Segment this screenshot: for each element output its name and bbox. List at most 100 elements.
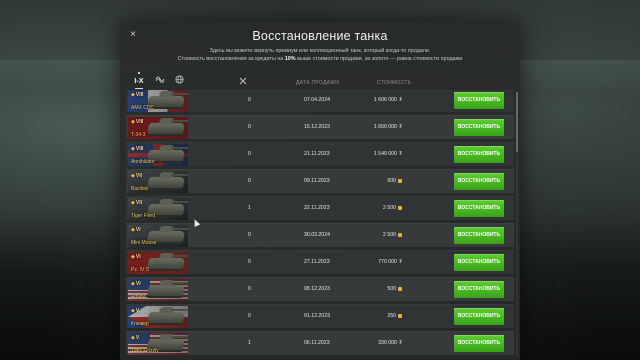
tank-card[interactable]: ◆V Клювер [128, 306, 188, 328]
tank-name: Basilisk [131, 186, 148, 192]
sale-date: 30.03.2024 [304, 232, 330, 238]
restore-button[interactable]: ВОССТАНОВИТЬ [454, 146, 504, 163]
restore-cost: 1 650 000 ₮ [374, 124, 402, 130]
tank-tier: ◆VIII [131, 119, 143, 125]
table-row: ◆VII Basilisk 0 09.11.2023 500 ВОССТАНОВИТЬ [126, 169, 514, 193]
table-row: ◆VI Mini Mouse 0 30.03.2024 2 500 ВОССТАНОВИТ… [126, 223, 514, 247]
credits-icon: ₮ [398, 97, 402, 103]
tank-icon [146, 285, 186, 296]
tank-name: Pz. IV S [131, 267, 150, 273]
tank-tier: ◆VII [131, 173, 142, 179]
tank-name: T-34-3 [131, 132, 146, 138]
scrollbar-thumb[interactable] [516, 92, 518, 152]
description-line-2: Стоимость восстановления за кредиты на 1… [177, 55, 463, 62]
cost-value: 250 [387, 313, 396, 319]
description-line-1: Здесь вы можете вернуть премиум или колл… [209, 48, 431, 54]
tank-card[interactable]: ◆VI Frosty [128, 279, 188, 301]
tank-icon [146, 312, 186, 323]
tank-card[interactable]: ◆VIII Annihilator [128, 144, 188, 166]
gold-icon [398, 232, 402, 237]
restore-button[interactable]: ВОССТАНОВИТЬ [454, 200, 504, 217]
table-row: ◆VIII T-34-3 0 15.12.2023 1 650 000 ₮ ВОССТАНО… [126, 115, 514, 139]
table-row: ◆VI Frosty 0 08.12.2023 500 ВОССТАНОВИТЬ [126, 277, 514, 301]
credits-icon: ₮ [398, 340, 402, 346]
restore-tank-modal: × Восстановление танка Здесь вы можете в… [120, 22, 520, 360]
tier-filter[interactable]: I-X [132, 72, 146, 89]
tank-name: 1981 Grizzly [131, 348, 159, 354]
column-header-date[interactable]: ДАТА ПРОДАЖИ [296, 80, 339, 86]
tank-name: Mini Mouse [131, 240, 157, 246]
tank-card[interactable]: ◆VII Tiger Fried [128, 198, 188, 220]
restore-button[interactable]: ВОССТАНОВИТЬ [454, 227, 504, 244]
tank-card[interactable]: ◆VIII T-34-3 [128, 117, 188, 139]
gold-icon [398, 286, 402, 291]
sale-date: 21.11.2023 [304, 151, 330, 157]
gold-icon [398, 178, 402, 183]
credits-icon: ₮ [398, 259, 402, 265]
tank-name: Frosty [131, 294, 145, 300]
sale-date: 06.11.2023 [304, 340, 330, 346]
modal-description: Здесь вы можете вернуть премиум или колл… [120, 48, 520, 63]
tank-card[interactable]: ◆VII Basilisk [128, 171, 188, 193]
tier-label: VII [135, 173, 142, 179]
tank-tier: ◆V [131, 308, 139, 314]
tank-card[interactable]: ◆VI Pz. IV S [128, 252, 188, 274]
tank-card[interactable]: ◆VIII AMX CDC [128, 90, 188, 112]
tier-label: VI [135, 281, 141, 287]
tank-card[interactable]: ◆VI Mini Mouse [128, 225, 188, 247]
sale-date: 22.11.2023 [304, 205, 330, 211]
battles-count: 0 [248, 151, 251, 157]
table-row: ◆VII Tiger Fried 1 22.11.2023 2 500 ВОССТАНОВ… [126, 196, 514, 220]
tank-tier: ◆VI [131, 281, 141, 287]
tier-label: VII [135, 200, 142, 206]
cost-value: 1 650 000 [373, 124, 397, 130]
table-row: ◆VIII AMX CDC 0 07.04.2024 1 606 000 ₮ ВОССТАН… [126, 90, 514, 112]
battles-count: 0 [248, 286, 251, 292]
table-row: ◆V 1981 Grizzly 1 06.11.2023 330 000 ₮ ВОССТАН… [126, 331, 514, 355]
tank-icon [146, 177, 186, 188]
premium-icon: ◆ [131, 146, 135, 152]
restore-button[interactable]: ВОССТАНОВИТЬ [454, 173, 504, 190]
cost-value: 1 540 000 [373, 151, 397, 157]
restore-button[interactable]: ВОССТАНОВИТЬ [454, 254, 504, 271]
cost-value: 770 000 [378, 259, 397, 265]
tank-name: AMX CDC [131, 105, 155, 111]
globe-icon[interactable] [173, 75, 185, 87]
tank-tier: ◆VII [131, 200, 142, 206]
tank-list: ◆VIII AMX CDC 0 07.04.2024 1 606 000 ₮ ВОССТАН… [120, 90, 520, 360]
restore-cost: 250 [387, 313, 402, 319]
tank-tier: ◆VI [131, 254, 141, 260]
tank-icon [146, 123, 186, 134]
battles-count: 1 [248, 205, 251, 211]
sale-date: 27.11.2023 [304, 259, 330, 265]
cost-value: 500 [387, 286, 396, 292]
premium-icon: ◆ [131, 254, 135, 260]
column-header-cost[interactable]: СТОИМОСТЬ [377, 80, 411, 86]
restore-button[interactable]: ВОССТАНОВИТЬ [454, 335, 504, 352]
credits-icon: ₮ [398, 124, 402, 130]
nation-filter-icon[interactable] [154, 75, 166, 87]
restore-button[interactable]: ВОССТАНОВИТЬ [454, 308, 504, 325]
gold-icon [398, 313, 402, 318]
sale-date: 15.12.2023 [304, 124, 330, 130]
premium-icon: ◆ [131, 281, 135, 287]
tank-card[interactable]: ◆V 1981 Grizzly [128, 333, 188, 355]
restore-button[interactable]: ВОССТАНОВИТЬ [454, 92, 504, 109]
tier-filter-label: I-X [134, 76, 144, 85]
restore-cost: 1 540 000 ₮ [374, 151, 402, 157]
restore-button[interactable]: ВОССТАНОВИТЬ [454, 281, 504, 298]
restore-cost: 1 606 000 ₮ [374, 97, 402, 103]
active-underline [135, 88, 143, 89]
tank-name: Tiger Fried [131, 213, 155, 219]
table-row: ◆VI Pz. IV S 0 27.11.2023 770 000 ₮ ВОССТАНОВИ… [126, 250, 514, 274]
restore-cost: 2 500 [383, 205, 402, 211]
crossed-swords-icon[interactable] [239, 77, 247, 87]
restore-cost: 330 000 ₮ [378, 340, 402, 346]
tank-tier: ◆VIII [131, 92, 143, 98]
battles-count: 0 [248, 259, 251, 265]
restore-button[interactable]: ВОССТАНОВИТЬ [454, 119, 504, 136]
battles-count: 0 [248, 97, 251, 103]
credits-icon: ₮ [398, 151, 402, 157]
tier-label: V [135, 308, 140, 314]
table-row: ◆V Клювер 0 01.12.2023 250 ВОССТАНОВИТЬ [126, 304, 514, 328]
